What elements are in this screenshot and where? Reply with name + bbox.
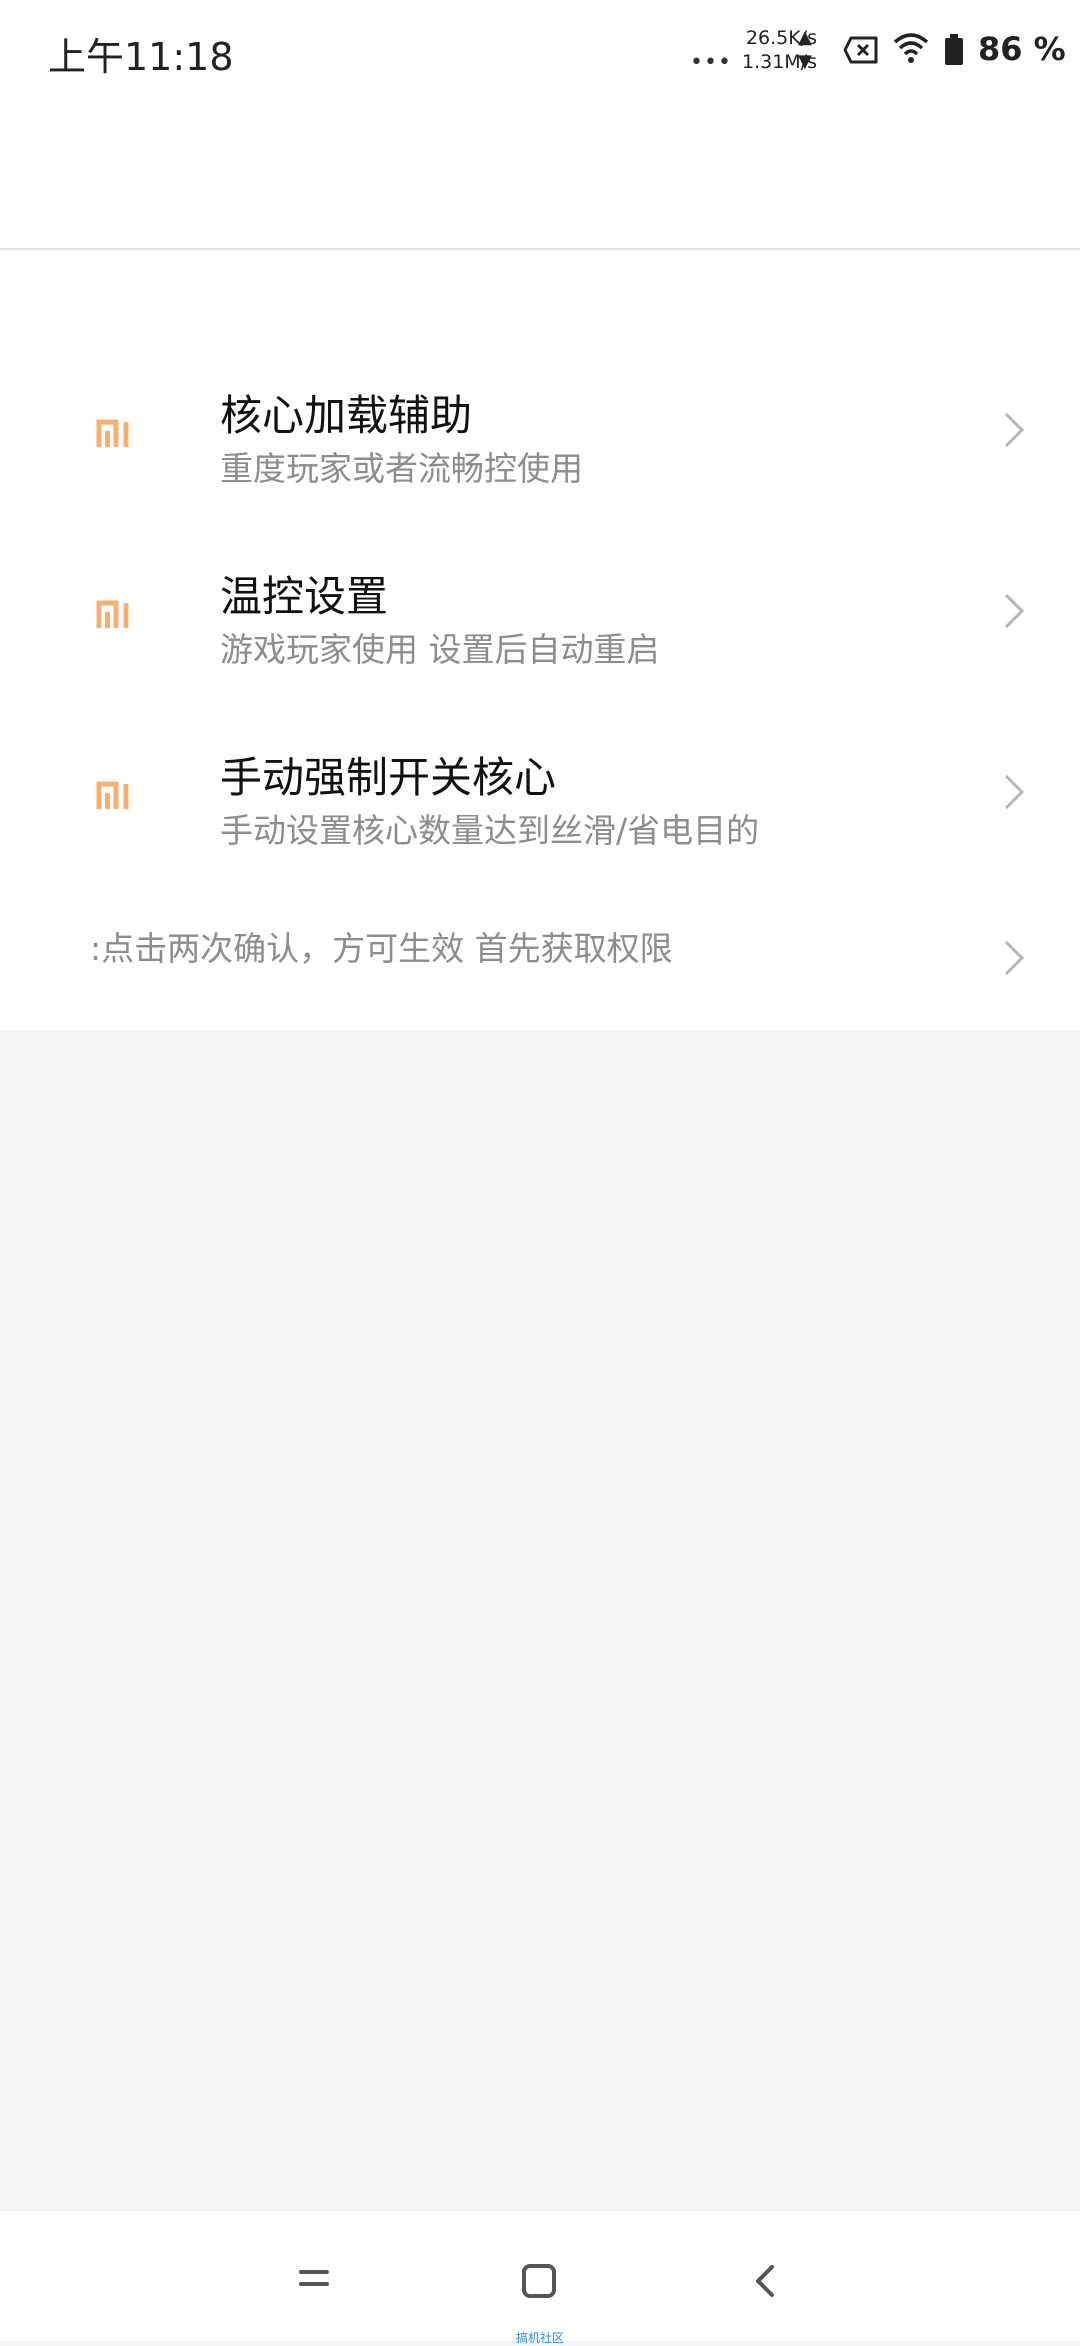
menu-item-subtitle: 重度玩家或者流畅控使用 (220, 449, 583, 488)
no-sim-icon (843, 36, 878, 64)
chevron-right-icon (1004, 412, 1025, 448)
menu-item-thermal[interactable]: 温控设置 游戏玩家使用 设置后自动重启 (0, 541, 1080, 721)
confirm-note-text: :点击两次确认，方可生效 首先获取权限 (90, 929, 673, 968)
mi-logo-icon (96, 600, 129, 628)
net-arrows-icon: ▲ ▼ (798, 27, 812, 72)
status-bar: 上午11:18 ••• 26.5K/s 1.31M/s ▲ ▼ 86 % (0, 0, 1080, 105)
back-icon[interactable] (752, 2263, 778, 2299)
chevron-right-icon (1004, 593, 1025, 629)
menu-item-manual-core[interactable]: 手动强制开关核心 手动设置核心数量达到丝滑/省电目的 (0, 722, 1080, 902)
status-time: 上午11:18 (48, 35, 234, 79)
menu-item-subtitle: 手动设置核心数量达到丝滑/省电目的 (220, 811, 760, 850)
battery-icon (945, 34, 963, 65)
mi-logo-icon (96, 419, 129, 447)
menu-item-title: 温控设置 (220, 572, 389, 621)
confirm-note-row[interactable]: :点击两次确认，方可生效 首先获取权限 (0, 910, 1080, 1010)
title-bar (0, 105, 1080, 250)
menu-item-title: 核心加载辅助 (220, 391, 473, 440)
menu-icon[interactable] (298, 2263, 330, 2293)
chevron-right-icon (1004, 940, 1025, 976)
watermark-label: 搞机社区 (515, 2331, 564, 2345)
menu-item-subtitle: 游戏玩家使用 设置后自动重启 (220, 630, 660, 669)
chevron-right-icon (1004, 774, 1025, 810)
menu-item-core-load[interactable]: 核心加载辅助 重度玩家或者流畅控使用 (0, 360, 1080, 540)
menu-item-title: 手动强制开关核心 (220, 753, 557, 802)
wifi-icon (893, 33, 929, 63)
menu-list: 核心加载辅助 重度玩家或者流畅控使用 温控设置 游戏玩家使用 设置后自动重启 手… (0, 250, 1080, 1030)
navigation-bar: 搞机社区 (0, 2210, 1080, 2345)
home-icon[interactable] (521, 2263, 557, 2299)
battery-percent: 86 % (978, 30, 1066, 68)
mi-logo-icon (96, 781, 129, 809)
